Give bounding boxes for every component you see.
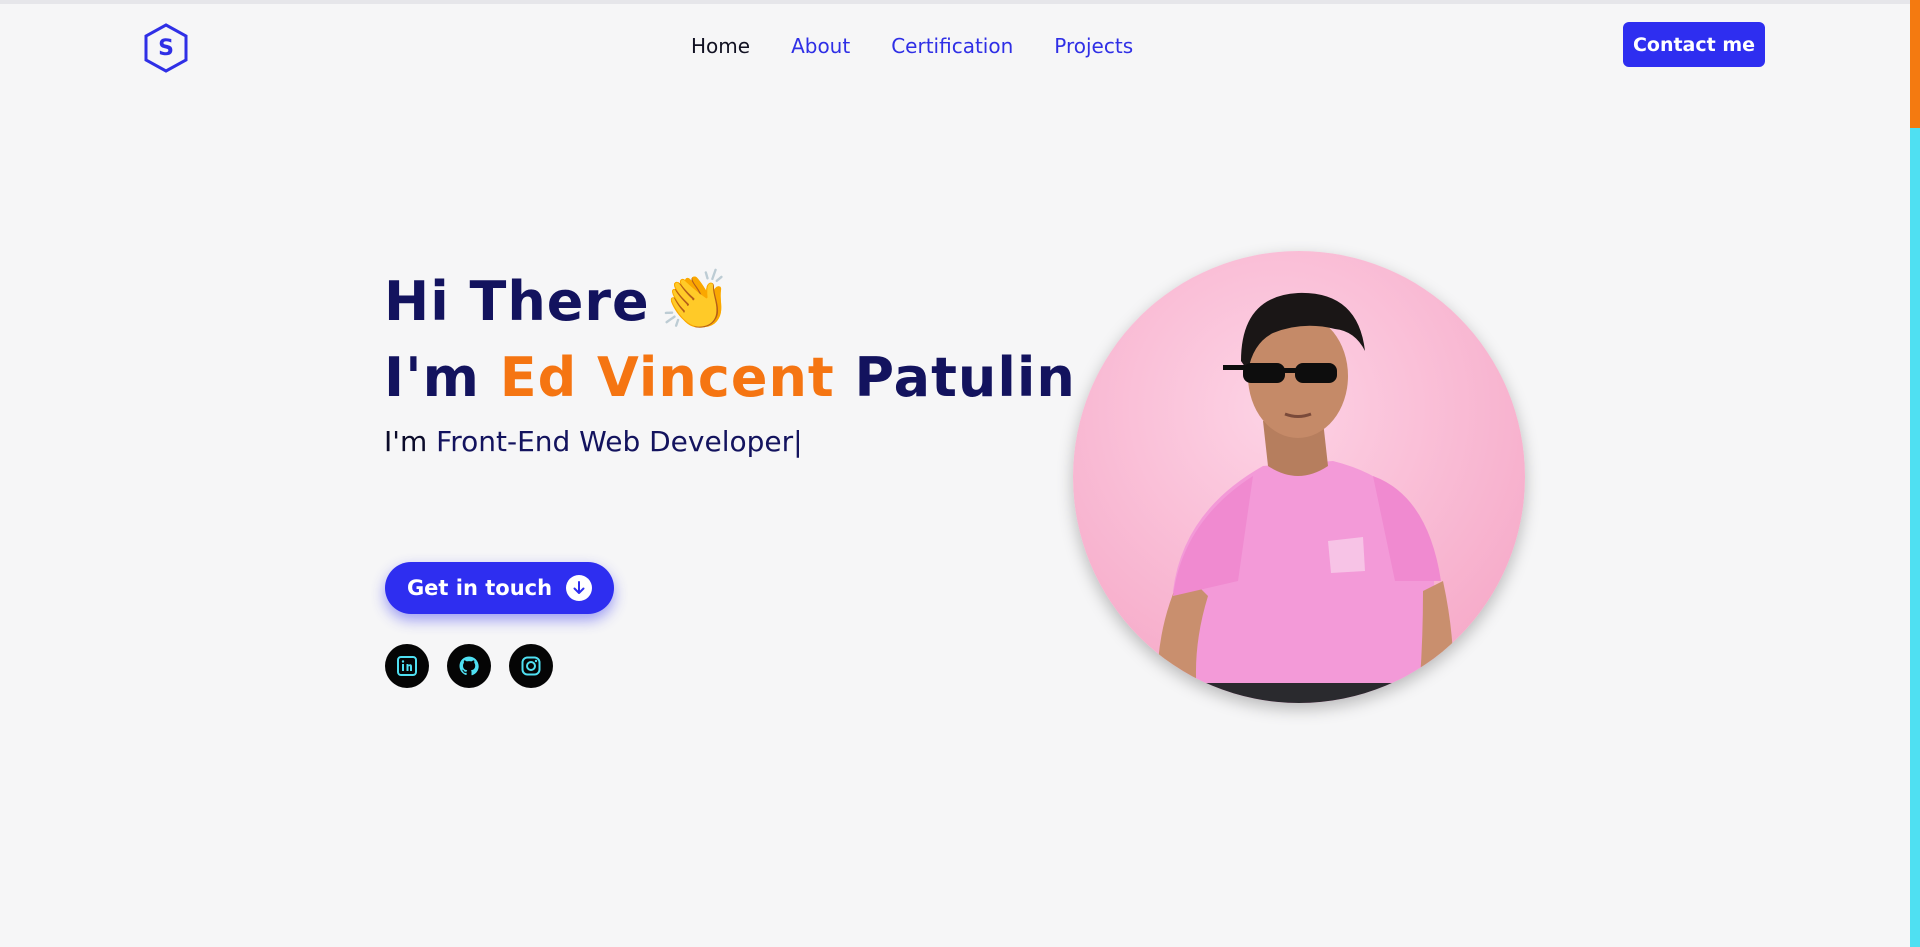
get-in-touch-label: Get in touch [406,576,553,600]
get-in-touch-button[interactable]: Get in touch [385,562,614,614]
logo-letter: S [158,35,174,61]
typing-cursor: | [793,425,803,458]
nav-link-projects[interactable]: Projects [1054,32,1133,60]
name-heading: I'm Ed Vincent Patulin [384,340,1076,416]
name-highlight: Ed Vincent [499,346,835,409]
arrow-down-circle-icon [566,575,593,601]
scrollbar-thumb[interactable] [1910,0,1920,128]
nav-link-home[interactable]: Home [691,32,750,60]
contact-me-button[interactable]: Contact me [1623,22,1765,67]
name-suffix: Patulin [834,346,1076,409]
nav-link-about[interactable]: About [791,32,850,60]
linkedin-link[interactable] [385,644,429,688]
hero-text: Hi There 👏 I'm Ed Vincent Patulin I'm Fro… [384,262,1076,462]
name-prefix: I'm [384,346,500,409]
social-links [385,644,553,688]
profile-photo [1073,251,1525,703]
portrait-illustration [1073,251,1525,703]
github-icon [459,656,479,676]
role-prefix: I'm [384,425,437,458]
logo[interactable]: S [142,22,190,74]
waving-hand-icon: 👏 [659,266,733,334]
nav-links: Home About Certification Projects [691,32,1133,60]
typed-role-text: Front-End Web Developer [436,425,794,458]
linkedin-icon [397,656,417,676]
greeting-heading: Hi There 👏 [384,262,1076,340]
navbar: S Home About Certification Projects Cont… [0,4,1910,84]
scrollbar-track[interactable] [1910,0,1920,947]
github-link[interactable] [447,644,491,688]
instagram-link[interactable] [509,644,553,688]
greeting-text: Hi There [384,270,650,333]
role-line: I'm Front-End Web Developer| [384,422,1076,462]
nav-link-certification[interactable]: Certification [891,32,1013,60]
instagram-icon [521,656,541,676]
